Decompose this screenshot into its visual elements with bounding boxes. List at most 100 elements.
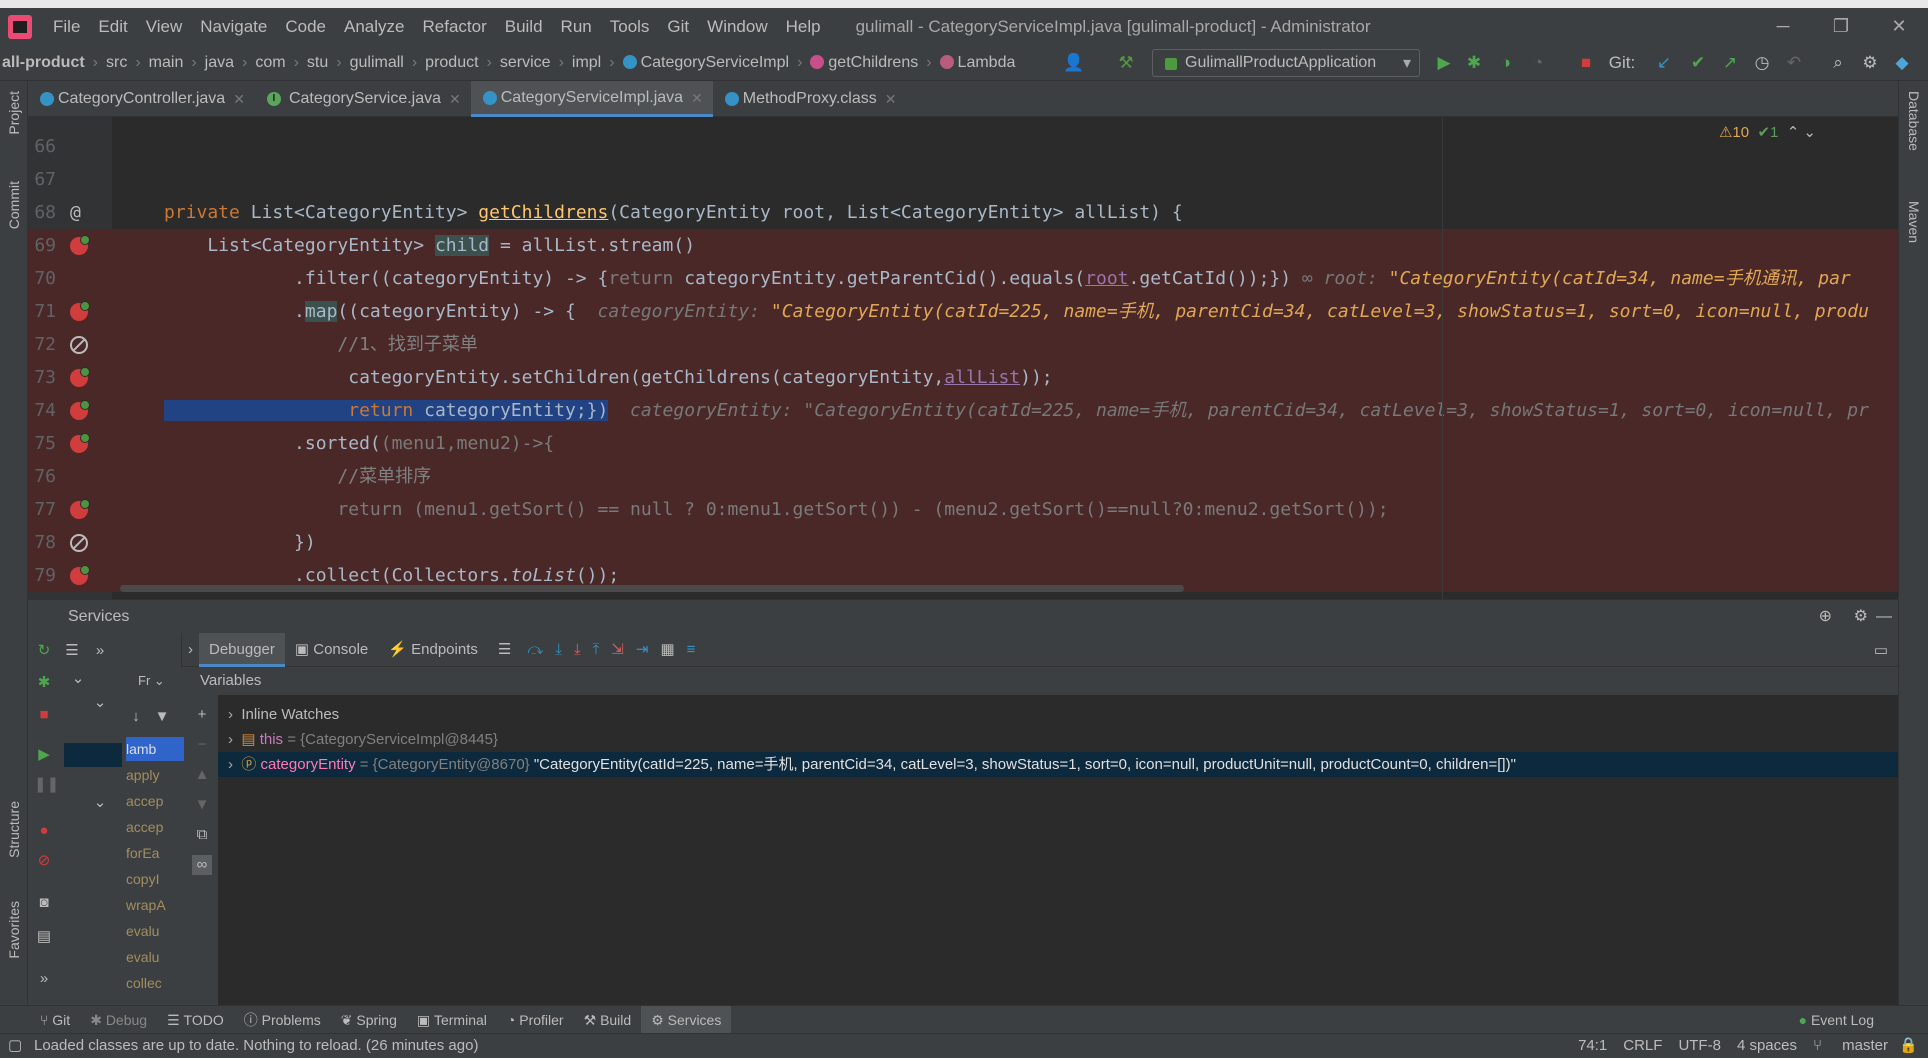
menu-edit[interactable]: Edit (89, 8, 136, 45)
drop-frame-icon[interactable]: ⇲ (605, 633, 630, 667)
trace-icon[interactable]: ≡ (681, 633, 702, 667)
tool-tab-terminal[interactable]: ▣ Terminal (407, 1006, 497, 1034)
caret-position[interactable]: 74:1 (1578, 1034, 1607, 1058)
target-icon[interactable]: ⊕ (1819, 600, 1832, 634)
event-log-button[interactable]: ● Event Log (1789, 1006, 1884, 1034)
code-line[interactable]: 74 return categoryEntity;}) categoryEnti… (28, 394, 1898, 427)
breadcrumb-impl[interactable]: impl (568, 54, 605, 72)
stack-frame[interactable]: lamb (126, 737, 184, 761)
stack-frame[interactable]: copyI (126, 867, 184, 891)
tab-category-service-impl[interactable]: CategoryServiceImpl.java ✕ (470, 81, 713, 117)
coverage-icon[interactable]: ◑ (1494, 51, 1518, 75)
run-configuration-select[interactable]: GulimallProductApplication (1152, 49, 1420, 77)
menu-navigate[interactable]: Navigate (191, 8, 276, 45)
override-marker-icon[interactable]: @ (70, 196, 88, 223)
line-number[interactable]: 79 (28, 559, 56, 592)
layout-settings-icon[interactable]: ▭ (1874, 641, 1888, 659)
code-line[interactable]: 68 @ private List<CategoryEntity> getChild… (28, 196, 1898, 229)
var-row-this[interactable]: › ▤ this = {CategoryServiceImpl@8445} (218, 727, 1898, 752)
tab-category-controller[interactable]: CategoryController.java ✕ (28, 81, 255, 117)
code-line[interactable]: 72 //1、找到子菜单 (28, 328, 1898, 361)
breadcrumb-main[interactable]: main (145, 54, 188, 72)
plugin-icon[interactable]: ◆ (1890, 51, 1914, 75)
debug-small-icon[interactable]: ✱ (34, 673, 54, 693)
breadcrumb-src[interactable]: src (102, 54, 131, 72)
code-editor[interactable]: ⚠10 ✔1 ⌃ ⌄ 66 67 68 @ private List<CategoryE… (28, 117, 1898, 599)
close-tab-icon[interactable]: ✕ (233, 82, 245, 116)
line-number[interactable]: 74 (28, 394, 56, 427)
breadcrumb-java[interactable]: java (201, 54, 238, 72)
tab-endpoints[interactable]: ⚡ Endpoints (378, 633, 488, 667)
breakpoint-icon[interactable] (70, 499, 90, 519)
menu-code[interactable]: Code (276, 8, 335, 45)
gutter-empty[interactable] (70, 138, 88, 156)
frames-menu-icon[interactable]: ☰ (488, 633, 521, 667)
stack-frame[interactable]: evalu (126, 945, 184, 969)
stack-frame[interactable]: accep (126, 789, 184, 813)
copy-icon[interactable]: ⧉ (192, 825, 212, 845)
disabled-breakpoint-icon[interactable] (70, 534, 88, 552)
add-watch-icon[interactable]: + (192, 705, 212, 725)
line-number[interactable]: 80 (28, 592, 56, 599)
tool-tab-spring[interactable]: ❦ Spring (331, 1006, 407, 1034)
line-number[interactable]: 71 (28, 295, 56, 328)
hide-panel-icon[interactable]: — (1876, 600, 1892, 634)
line-number[interactable]: 76 (28, 460, 56, 493)
code-line[interactable]: 75 .sorted((menu1,menu2)->{ (28, 427, 1898, 460)
tool-tab-services[interactable]: ⚙ Services (641, 1005, 732, 1034)
close-tab-icon[interactable]: ✕ (885, 82, 897, 116)
stop-small-icon[interactable]: ■ (34, 705, 54, 725)
structure-tool-tab[interactable]: Structure (6, 801, 22, 858)
breadcrumb-method[interactable]: getChildrens (806, 54, 922, 72)
code-line[interactable]: 76 //菜单排序 (28, 460, 1898, 493)
force-step-into-icon[interactable]: ⤓ (568, 633, 587, 667)
code-line[interactable]: 67 (28, 163, 1898, 196)
line-number[interactable]: 72 (28, 328, 56, 361)
evaluate-icon[interactable]: ▦ (654, 633, 680, 667)
breadcrumb-com[interactable]: com (251, 54, 289, 72)
git-update-icon[interactable]: ↙ (1652, 51, 1676, 75)
code-line[interactable]: 73 categoryEntity.setChildren(getChildre… (28, 361, 1898, 394)
move-down-icon[interactable]: ▼ (192, 795, 212, 815)
breakpoint-icon[interactable] (70, 301, 90, 321)
tool-tab-build[interactable]: ⚒ Build (574, 1006, 642, 1034)
collapse-icon[interactable]: › (182, 633, 199, 667)
horizontal-scrollbar[interactable] (120, 585, 1184, 592)
tree-chevron-icon[interactable]: ⌄ (90, 693, 110, 713)
gutter-empty[interactable] (70, 171, 88, 189)
indent-setting[interactable]: 4 spaces (1737, 1034, 1797, 1058)
tab-console[interactable]: ▣ Console (285, 633, 378, 667)
rerun-icon[interactable]: ↻ (34, 641, 54, 661)
stack-frame[interactable]: forEa (126, 841, 184, 865)
menu-tools[interactable]: Tools (601, 8, 659, 45)
lock-icon[interactable]: 🔒 (1899, 1034, 1918, 1058)
code-line[interactable]: 80 (28, 592, 1898, 599)
stop-icon[interactable]: ■ (1574, 51, 1598, 75)
build-hammer-icon[interactable]: ⚒ (1114, 51, 1138, 75)
step-out-icon[interactable]: ⤒ (587, 633, 606, 667)
close-tab-icon[interactable]: ✕ (691, 81, 703, 115)
breadcrumb-lambda[interactable]: Lambda (936, 54, 1020, 72)
project-tool-tab[interactable]: Project (6, 91, 22, 135)
remove-watch-icon[interactable]: − (192, 735, 212, 755)
pause-icon[interactable]: ❚❚ (34, 775, 59, 795)
line-number[interactable]: 75 (28, 427, 56, 460)
frames-header[interactable]: Fr ⌄ (122, 667, 186, 695)
step-into-icon[interactable]: ⤓ (549, 633, 568, 667)
breakpoint-icon[interactable] (70, 367, 90, 387)
var-row-inline-watches[interactable]: › Inline Watches (218, 702, 1898, 727)
breakpoint-icon[interactable] (70, 433, 90, 453)
menu-file[interactable]: File (44, 8, 89, 45)
run-icon[interactable]: ▶ (1432, 51, 1456, 75)
code-line[interactable]: 77 return (menu1.getSort() == null ? 0:m… (28, 493, 1898, 526)
code-line[interactable]: 78 }) (28, 526, 1898, 559)
minimize-icon[interactable]: ─ (1754, 8, 1812, 45)
code-line[interactable]: 69 List<CategoryEntity> child = allList.… (28, 229, 1898, 262)
tool-tab-debug[interactable]: ✱ Debug (80, 1006, 157, 1034)
git-push-icon[interactable]: ↗ (1718, 51, 1742, 75)
line-number[interactable]: 68 (28, 196, 56, 229)
inline-watch-glasses-icon[interactable]: ∞ (192, 855, 212, 875)
breadcrumb-stu[interactable]: stu (303, 54, 332, 72)
user-icon[interactable]: 👤 (1062, 51, 1086, 75)
gutter-empty[interactable] (70, 468, 88, 486)
